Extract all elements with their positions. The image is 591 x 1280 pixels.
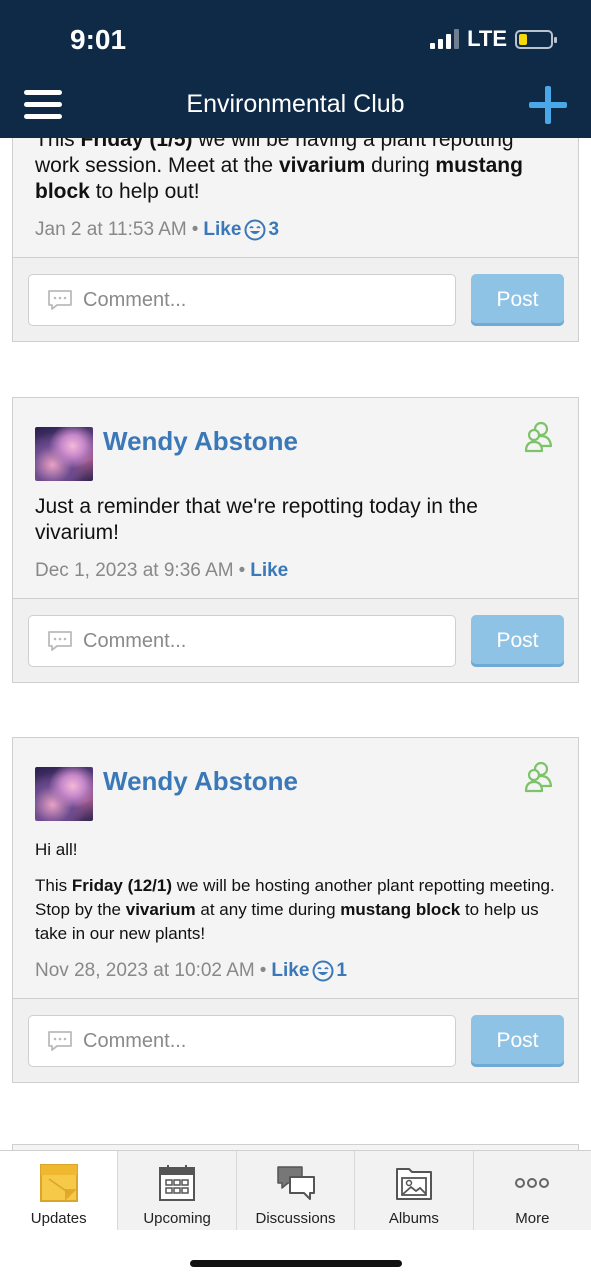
members-icon[interactable] (524, 420, 556, 454)
comment-placeholder: Comment... (83, 1029, 187, 1052)
updates-icon (39, 1164, 78, 1202)
comment-bubble-icon (48, 631, 72, 651)
smile-reaction-icon (312, 960, 334, 982)
avatar[interactable] (35, 767, 93, 821)
tab-label: Upcoming (143, 1210, 211, 1227)
post-text: Hi all! This Friday (12/1) we will be ho… (35, 838, 556, 946)
comment-bar: Comment... Post (13, 598, 578, 682)
bottom-tab-bar: Updates Upcoming Discussions Albums More (0, 1150, 591, 1230)
author-name[interactable]: Wendy Abstone (103, 426, 298, 457)
tab-discussions[interactable]: Discussions (235, 1151, 355, 1230)
tab-label: Discussions (255, 1210, 336, 1227)
tab-albums[interactable]: Albums (354, 1151, 473, 1230)
post-comment-button[interactable]: Post (471, 274, 564, 326)
comment-placeholder: Comment... (83, 629, 187, 652)
tab-label: Albums (388, 1210, 439, 1227)
calendar-icon (159, 1165, 196, 1201)
post-greeting: Hi all! (35, 840, 78, 859)
post-text: Just a reminder that we're repotting tod… (35, 495, 478, 544)
status-time: 9:01 (70, 24, 127, 55)
more-icon (515, 1178, 550, 1188)
comment-input[interactable]: Comment... (28, 615, 456, 667)
like-button[interactable]: Like (203, 219, 241, 241)
like-count: 1 (336, 960, 347, 981)
post-card: Wendy Abstone Just a reminder that we're… (12, 397, 579, 683)
author-name[interactable]: Wendy Abstone (103, 766, 298, 797)
tab-label: Updates (30, 1210, 87, 1227)
post-meta: Nov 28, 2023 at 10:02 AM • Like 1 (35, 960, 556, 982)
home-indicator[interactable] (190, 1260, 402, 1267)
post-meta: Dec 1, 2023 at 9:36 AM • Like (35, 560, 556, 582)
comment-bar: Comment... Post (13, 998, 578, 1082)
separator-dot: • (238, 560, 246, 581)
avatar[interactable] (35, 427, 93, 481)
page-title: Environmental Club (186, 90, 405, 118)
app-header: 9:01 LTE Environmental Club (0, 0, 591, 138)
comment-input[interactable]: Comment... (28, 274, 456, 326)
status-indicators: LTE (430, 26, 557, 52)
post-text: This Friday (1/5) we will be having a pl… (35, 128, 523, 203)
members-icon[interactable] (524, 760, 556, 794)
post-card: Wendy Abstone Hi all! This Friday (12/1)… (12, 737, 579, 1083)
app-screen: This Friday (1/5) we will be having a pl… (0, 0, 591, 1280)
signal-icon (430, 29, 460, 49)
tab-updates[interactable]: Updates (0, 1151, 118, 1230)
comment-input[interactable]: Comment... (28, 1015, 456, 1067)
like-button[interactable]: Like (250, 560, 288, 582)
comment-bubble-icon (48, 290, 72, 310)
tab-upcoming[interactable]: Upcoming (117, 1151, 236, 1230)
post-timestamp: Nov 28, 2023 at 10:02 AM (35, 960, 255, 981)
battery-icon (515, 29, 557, 49)
albums-icon (395, 1168, 432, 1200)
add-plus-icon[interactable] (529, 86, 567, 124)
post-comment-button[interactable]: Post (471, 615, 564, 667)
smile-reaction-icon (244, 219, 266, 241)
comment-placeholder: Comment... (83, 288, 187, 311)
post-paragraph: This Friday (12/1) we will be hosting an… (35, 876, 555, 943)
post-author-row: Wendy Abstone (35, 421, 556, 482)
separator-dot: • (259, 960, 267, 981)
tab-more[interactable]: More (472, 1151, 591, 1230)
discussions-icon (276, 1166, 315, 1200)
like-count: 3 (268, 219, 280, 240)
separator-dot: • (191, 219, 199, 240)
post-comment-button[interactable]: Post (471, 1015, 564, 1067)
network-label: LTE (467, 26, 507, 51)
comment-bubble-icon (48, 1031, 72, 1051)
post-timestamp: Jan 2 at 11:53 AM (35, 219, 187, 240)
post-author-row: Wendy Abstone (35, 761, 556, 822)
tab-label: More (515, 1210, 550, 1227)
like-button[interactable]: Like (271, 960, 309, 982)
post-timestamp: Dec 1, 2023 at 9:36 AM (35, 560, 234, 581)
updates-feed[interactable]: This Friday (1/5) we will be having a pl… (0, 0, 591, 1150)
post-meta: Jan 2 at 11:53 AM • Like 3 (35, 219, 556, 241)
comment-bar: Comment... Post (13, 257, 578, 341)
